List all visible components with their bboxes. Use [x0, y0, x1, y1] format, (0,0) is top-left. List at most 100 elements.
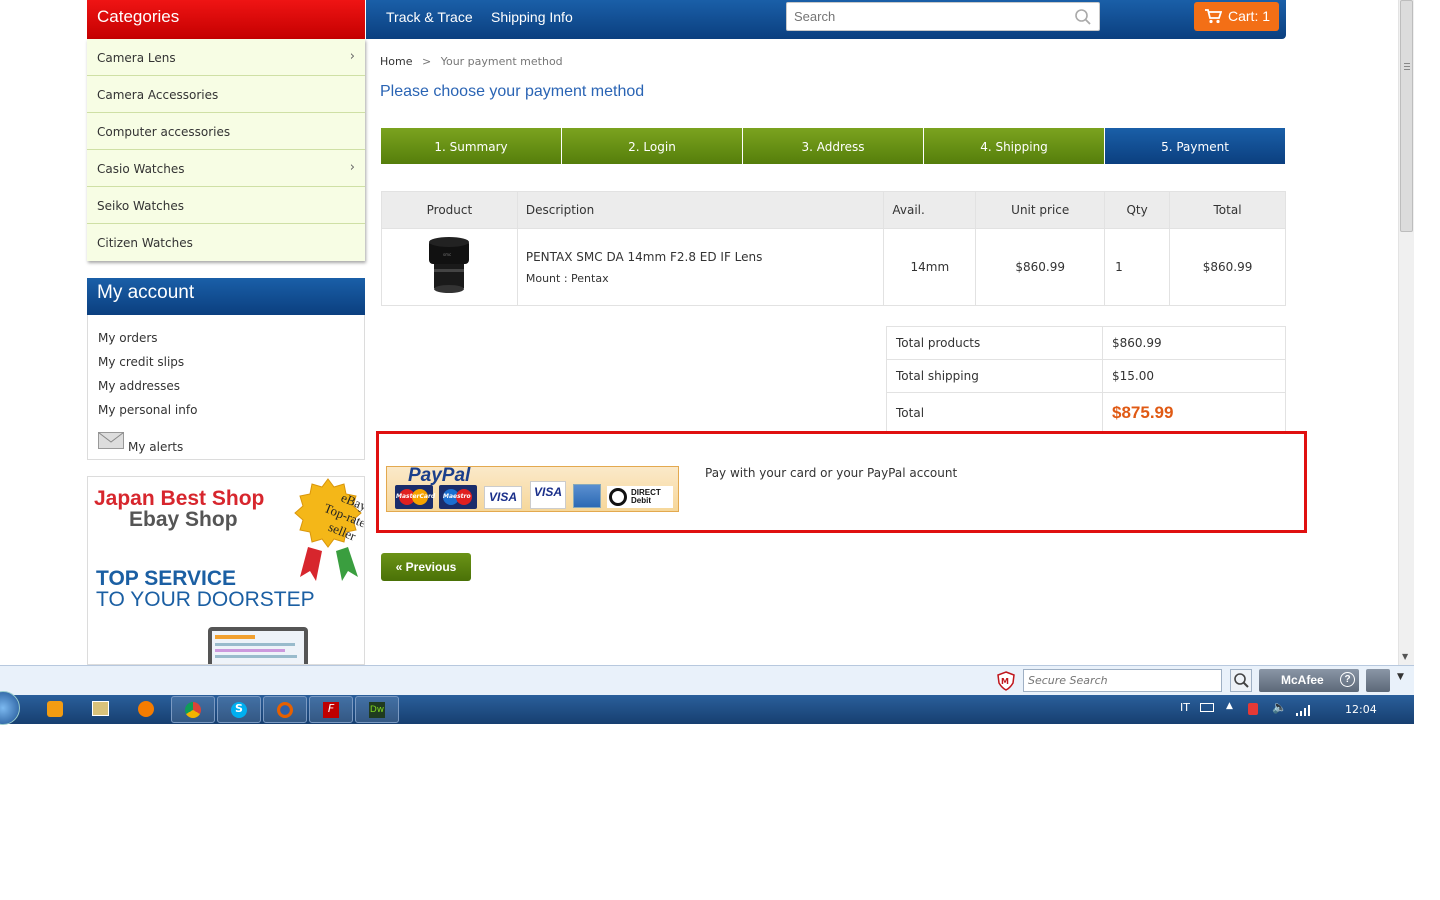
card-label: VISA: [488, 490, 517, 504]
breadcrumb-current: Your payment method: [440, 55, 563, 68]
card-label: VISA: [533, 485, 562, 499]
nav-track-trace[interactable]: Track & Trace: [386, 9, 473, 25]
taskbar-chrome-icon[interactable]: [171, 696, 215, 723]
my-personal-info-link[interactable]: My personal info: [98, 403, 197, 417]
product-name-link[interactable]: PENTAX SMC DA 14mm F2.8 ED IF Lens: [526, 250, 884, 264]
secure-search-input[interactable]: [1023, 669, 1222, 692]
category-label: Camera Accessories: [97, 88, 219, 102]
step-address[interactable]: 3. Address: [743, 128, 924, 164]
volume-icon[interactable]: 🔈: [1272, 700, 1287, 714]
column-header: Product: [381, 191, 518, 229]
my-alerts-link[interactable]: My alerts: [128, 440, 183, 454]
order-totals-table: Total products $860.99 Total shipping $15.…: [886, 326, 1286, 434]
table-row: smc PENTAX SMC DA 14mm F2.8 ED IF Lens M…: [381, 228, 1286, 306]
product-attribute: Mount : Pentax: [525, 271, 609, 285]
chevron-down-icon[interactable]: ▼: [1397, 672, 1404, 682]
secure-search-button[interactable]: [1230, 669, 1252, 692]
breadcrumb-separator: >: [421, 55, 432, 68]
taskbar-media-player-icon[interactable]: [33, 696, 77, 723]
category-item[interactable]: Camera Accessories: [87, 76, 365, 113]
categories-list: Camera Lens › Camera Accessories Computer…: [87, 39, 365, 261]
column-header: Total: [1169, 191, 1286, 229]
cart-label: Cart: 1: [1228, 8, 1271, 24]
svg-text:smc: smc: [443, 252, 451, 257]
category-label: Seiko Watches: [97, 199, 185, 213]
category-item[interactable]: Computer accessories: [87, 113, 365, 150]
my-account-title: My account: [87, 278, 365, 315]
step-summary[interactable]: 1. Summary: [381, 128, 562, 164]
show-hidden-icons-icon[interactable]: ▲: [1226, 701, 1233, 711]
my-account-box: My orders My credit slips My addresses M…: [87, 315, 365, 460]
category-label: Camera Lens: [97, 51, 176, 65]
cart-summary-table: Product Description Avail. Unit price Qt…: [381, 191, 1286, 306]
mastercard-icon: MasterCard: [395, 485, 435, 509]
product-image-cell: smc: [381, 228, 518, 306]
visa-icon: VISA: [484, 486, 522, 509]
network-signal-icon[interactable]: [1296, 704, 1312, 716]
grand-total-label: Total: [886, 392, 1103, 434]
search-icon[interactable]: [1074, 8, 1092, 26]
taskbar-skype-icon[interactable]: S: [217, 696, 261, 723]
power-icon[interactable]: [1248, 703, 1258, 715]
category-label: Casio Watches: [97, 162, 185, 176]
my-credit-slips-link[interactable]: My credit slips: [98, 355, 184, 369]
column-header: Avail.: [883, 191, 977, 229]
quantity-cell: 1: [1104, 228, 1171, 306]
unit-price-cell: $860.99: [975, 228, 1106, 306]
paypal-cards-banner[interactable]: PayPal MasterCard Maestro VISA VISA DIRE…: [386, 465, 679, 512]
step-payment: 5. Payment: [1105, 128, 1285, 164]
ebay-shop-banner[interactable]: Japan Best Shop Ebay Shop eBay Top-rated…: [87, 476, 365, 665]
column-header: Unit price: [975, 191, 1106, 229]
language-indicator[interactable]: IT: [1180, 701, 1190, 714]
my-orders-link[interactable]: My orders: [98, 331, 158, 345]
search-input[interactable]: [787, 3, 1057, 30]
help-icon: ?: [1340, 672, 1355, 687]
step-login[interactable]: 2. Login: [562, 128, 743, 164]
my-addresses-link[interactable]: My addresses: [98, 379, 180, 393]
table-header-row: Product Description Avail. Unit price Qt…: [381, 191, 1286, 229]
paypal-logo: PayPal: [408, 465, 471, 486]
banner-line2: Ebay Shop: [129, 508, 238, 531]
direct-debit-icon: DIRECT Debit: [607, 486, 673, 508]
visa-electron-icon: VISA: [530, 481, 566, 509]
taskbar-filezilla-icon[interactable]: F: [309, 696, 353, 723]
category-item[interactable]: Casio Watches ›: [87, 150, 365, 187]
cart-icon: [1205, 9, 1222, 24]
taskbar-explorer-icon[interactable]: [78, 696, 122, 723]
mcafee-brand-button[interactable]: McAfee ?: [1259, 669, 1359, 692]
scrollbar-thumb[interactable]: [1400, 0, 1413, 232]
total-products-value: $860.99: [1102, 326, 1286, 360]
categories-title: Categories: [87, 0, 365, 39]
clock[interactable]: 12:04: [1345, 703, 1377, 716]
taskbar-dreamweaver-icon[interactable]: Dw: [355, 696, 399, 723]
laptop-icon: [208, 627, 308, 664]
category-item[interactable]: Citizen Watches: [87, 224, 365, 261]
payment-option-paypal[interactable]: PayPal MasterCard Maestro VISA VISA DIRE…: [376, 431, 1307, 533]
step-shipping[interactable]: 4. Shipping: [924, 128, 1105, 164]
mcafee-shield-icon: M: [997, 671, 1015, 691]
maestro-icon: Maestro: [439, 485, 477, 509]
page-title: Please choose your payment method: [380, 83, 645, 100]
card-label: DIRECT Debit: [631, 488, 661, 505]
product-description-cell: PENTAX SMC DA 14mm F2.8 ED IF Lens Mount…: [516, 228, 885, 306]
cart-button[interactable]: Cart: 1: [1194, 2, 1279, 31]
taskbar-vlc-icon[interactable]: [124, 696, 168, 723]
total-shipping-label: Total shipping: [886, 359, 1103, 393]
breadcrumb: Home > Your payment method: [380, 55, 563, 68]
checkout-steps: 1. Summary 2. Login 3. Address 4. Shippi…: [381, 128, 1285, 164]
keyboard-icon[interactable]: [1200, 703, 1214, 712]
american-express-icon: [573, 484, 601, 508]
nav-shipping-info[interactable]: Shipping Info: [491, 9, 573, 25]
banner-tagline2: TO YOUR DOORSTEP: [96, 588, 315, 611]
toolbar-menu-button[interactable]: [1366, 669, 1390, 692]
category-item[interactable]: Seiko Watches: [87, 187, 365, 224]
start-orb-icon[interactable]: [0, 691, 20, 725]
search-box: [786, 2, 1100, 31]
breadcrumb-home-link[interactable]: Home: [380, 55, 412, 68]
scroll-down-arrow-icon[interactable]: ▼: [1402, 652, 1408, 661]
camera-lens-image[interactable]: smc: [424, 236, 474, 296]
taskbar-firefox-icon[interactable]: [263, 696, 307, 723]
previous-button[interactable]: « Previous: [381, 553, 471, 581]
availability-cell: 14mm: [883, 228, 977, 306]
category-item[interactable]: Camera Lens ›: [87, 39, 365, 76]
